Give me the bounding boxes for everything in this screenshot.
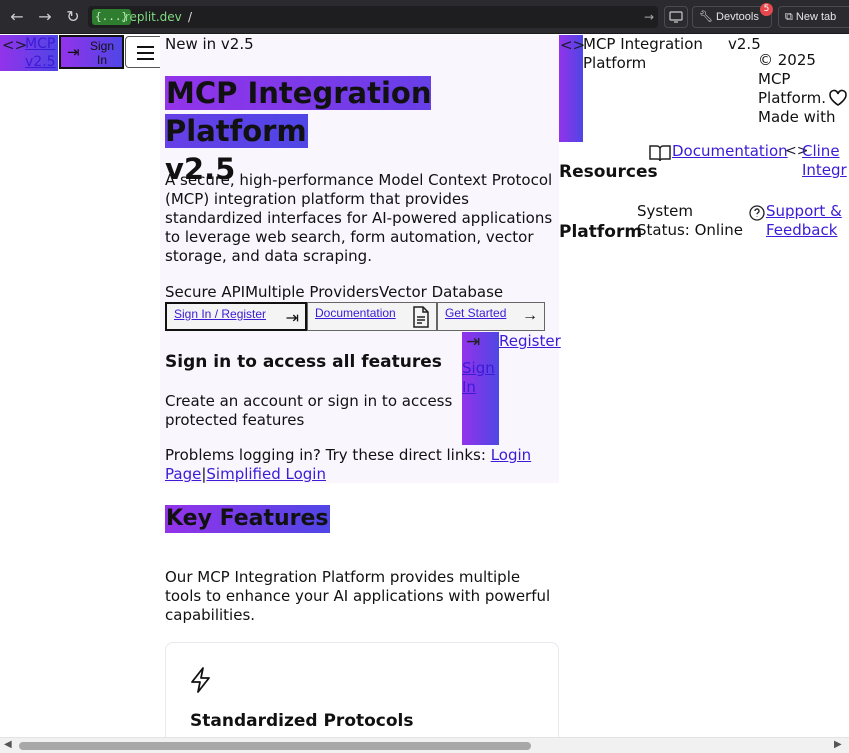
back-arrow-icon[interactable]: ← xyxy=(8,8,26,26)
browser-toolbar: ← → ↻ {...} .replit.dev / → 🔧︎ Devtools … xyxy=(0,0,849,34)
feature-tag: Vector Database xyxy=(379,283,504,301)
version-badge: New in v2.5 xyxy=(165,35,254,53)
forward-arrow-icon[interactable]: → xyxy=(36,8,54,26)
auth-help-text: Problems logging in? Try these direct li… xyxy=(165,446,491,464)
scroll-right-icon[interactable]: ▶ xyxy=(834,739,842,750)
menu-icon-bar xyxy=(137,58,154,60)
new-tab-button[interactable]: ⧉ New tab xyxy=(778,6,849,28)
menu-icon-bar xyxy=(137,52,154,54)
code-icon: <> xyxy=(560,36,586,54)
document-icon xyxy=(413,306,429,328)
lightning-icon xyxy=(191,667,210,693)
scroll-left-icon[interactable]: ◀ xyxy=(4,739,12,750)
code-icon: <> xyxy=(2,36,28,54)
simplified-login-link[interactable]: Simplified Login xyxy=(206,465,326,483)
get-started-link[interactable]: Get Started xyxy=(445,306,506,320)
feature-tag: Multiple Providers xyxy=(245,283,380,301)
logo-link[interactable]: MCP v2.5 xyxy=(25,35,58,71)
page-content: <> MCP v2.5 ⇥ Sign In New in v2.5 MCP In… xyxy=(0,35,849,737)
feature-card: Standardized Protocols xyxy=(165,642,559,737)
new-tab-label: New tab xyxy=(795,11,837,23)
login-icon: ⇥ xyxy=(285,310,299,327)
footer-version: v2.5 xyxy=(728,35,761,53)
address-bar[interactable]: {...} .replit.dev / → xyxy=(88,6,658,28)
devtools-badge: 5 xyxy=(760,3,773,16)
url-host: .replit.dev xyxy=(121,10,182,24)
feature-card-title: Standardized Protocols xyxy=(190,711,414,731)
menu-button[interactable] xyxy=(125,36,164,68)
documentation-button[interactable]: Documentation xyxy=(307,302,437,331)
login-icon: ⇥ xyxy=(67,43,80,61)
auth-heading: Sign in to access all features xyxy=(165,352,442,372)
signin-register-button[interactable]: Sign In / Register ⇥ xyxy=(165,302,307,331)
go-arrow-icon[interactable]: → xyxy=(644,9,654,25)
key-features-heading: Key Features xyxy=(165,505,330,533)
screen-icon[interactable] xyxy=(664,6,688,28)
auth-help: Problems logging in? Try these direct li… xyxy=(165,446,555,484)
reload-icon[interactable]: ↻ xyxy=(64,8,82,26)
footer-support-link[interactable]: Support & Feedback xyxy=(766,202,849,240)
devtools-label: Devtools xyxy=(716,11,759,23)
scrollbar-thumb[interactable] xyxy=(19,742,531,750)
menu-icon xyxy=(137,46,154,48)
title-highlight: MCP Integration Platform xyxy=(165,76,432,148)
get-started-button[interactable]: Get Started → xyxy=(437,302,545,331)
arrow-right-icon: → xyxy=(522,307,538,324)
feature-tags: Secure APIMultiple ProvidersVector Datab… xyxy=(165,283,503,301)
signin-register-link[interactable]: Sign In / Register xyxy=(174,307,266,321)
footer-docs-link[interactable]: Documentation xyxy=(672,142,788,160)
footer-cline-link[interactable]: Cline Integr xyxy=(802,142,849,180)
horizontal-scrollbar[interactable]: ◀ ▶ xyxy=(0,737,849,753)
feature-tag: Secure API xyxy=(165,283,246,301)
auth-signin-button[interactable]: ⇥ Sign In xyxy=(462,332,499,445)
header-signin-button[interactable]: ⇥ Sign In xyxy=(59,35,124,69)
login-icon: ⇥ xyxy=(466,332,481,352)
auth-signin-link[interactable]: Sign In xyxy=(462,359,499,397)
url-path: / xyxy=(188,10,193,24)
footer-platform-heading: Platform xyxy=(559,222,643,242)
system-status: System Status: Online xyxy=(637,202,744,239)
header-logo[interactable]: <> MCP v2.5 xyxy=(0,35,58,71)
footer-resources-heading: Resources xyxy=(559,162,658,182)
footer-logo: <> xyxy=(559,35,586,142)
heart-icon xyxy=(829,89,847,106)
header-signin-label: Sign In xyxy=(89,39,115,67)
wrench-icon: 🔧︎ xyxy=(699,11,713,23)
help-circle-icon xyxy=(749,205,765,221)
footer-brand: MCP Integration Platform xyxy=(583,35,703,72)
register-link[interactable]: Register xyxy=(499,332,561,350)
documentation-link[interactable]: Documentation xyxy=(315,306,396,320)
hero-description: A secure, high-performance Model Context… xyxy=(165,171,553,265)
book-icon xyxy=(649,145,671,162)
key-features-description: Our MCP Integration Platform provides mu… xyxy=(165,568,551,624)
external-link-icon: ⧉ xyxy=(785,11,793,23)
auth-description: Create an account or sign in to access p… xyxy=(165,392,453,429)
